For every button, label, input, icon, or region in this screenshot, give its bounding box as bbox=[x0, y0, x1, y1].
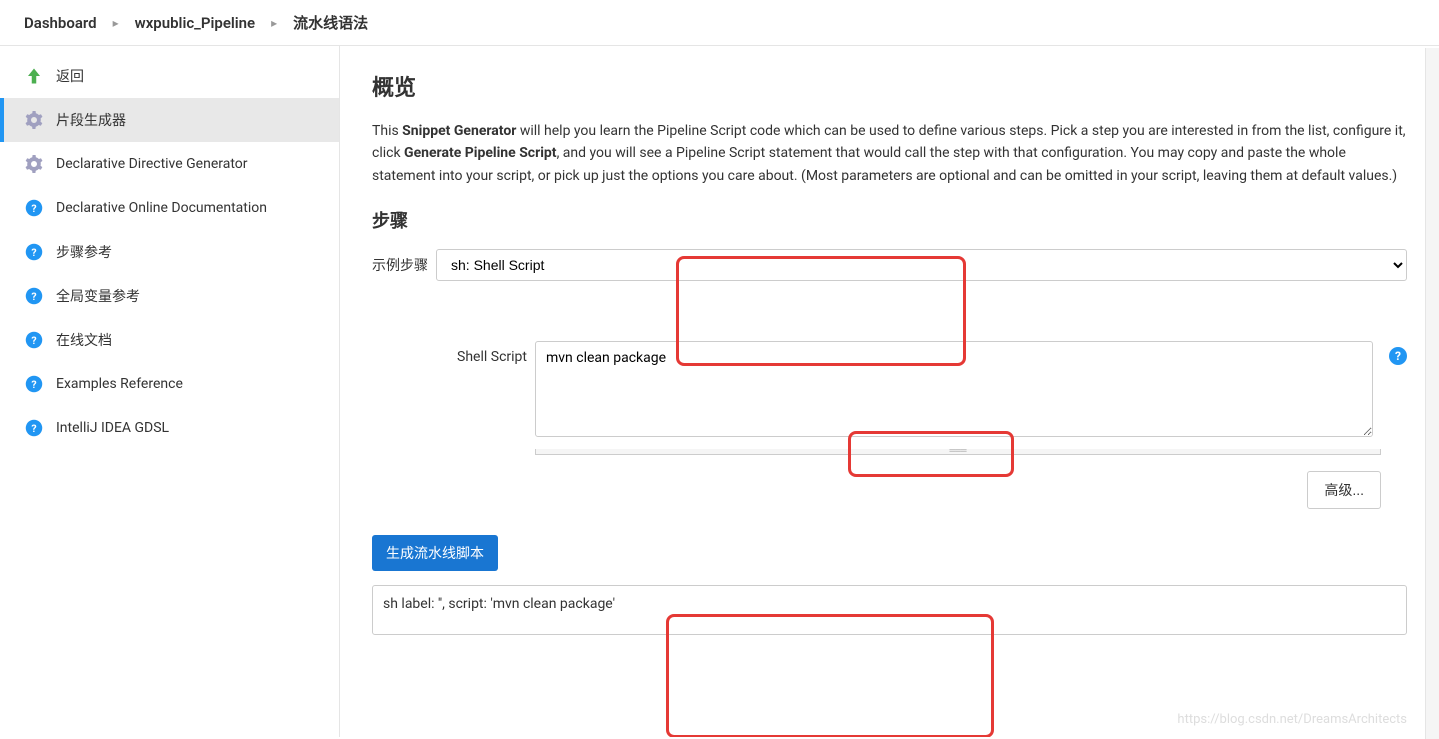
help-icon[interactable]: ? bbox=[1389, 347, 1407, 365]
gear-icon bbox=[24, 110, 44, 130]
svg-text:?: ? bbox=[31, 290, 36, 303]
sidebar-item-label: 在线文档 bbox=[56, 330, 112, 350]
sidebar-item-online-docs-cn[interactable]: ? 在线文档 bbox=[0, 318, 339, 362]
breadcrumb-dashboard[interactable]: Dashboard bbox=[24, 14, 97, 32]
main-content: 概览 This Snippet Generator will help you … bbox=[340, 46, 1439, 737]
sidebar-item-label: 步骤参考 bbox=[56, 242, 112, 262]
generate-pipeline-script-button[interactable]: 生成流水线脚本 bbox=[372, 535, 498, 571]
gear-icon bbox=[24, 154, 44, 174]
svg-text:?: ? bbox=[31, 422, 36, 435]
question-icon: ? bbox=[24, 198, 44, 218]
sidebar-item-label: Examples Reference bbox=[56, 376, 183, 392]
sidebar-item-label: 返回 bbox=[56, 66, 84, 86]
question-icon: ? bbox=[24, 286, 44, 306]
sample-step-row: 示例步骤 sh: Shell Script bbox=[372, 249, 1407, 281]
description-text: This Snippet Generator will help you lea… bbox=[372, 120, 1407, 187]
sidebar-item-back[interactable]: 返回 bbox=[0, 54, 339, 98]
scrollbar[interactable] bbox=[1425, 48, 1439, 739]
sidebar-item-label: 片段生成器 bbox=[56, 110, 126, 130]
svg-text:?: ? bbox=[31, 202, 36, 215]
section-title-steps: 步骤 bbox=[372, 207, 1407, 233]
shell-script-row: Shell Script mvn clean package ? bbox=[372, 341, 1407, 437]
watermark-text: https://blog.csdn.net/DreamsArchitects bbox=[1177, 712, 1407, 727]
shell-script-label: Shell Script bbox=[372, 341, 527, 365]
page-title: 概览 bbox=[372, 70, 1407, 102]
svg-text:?: ? bbox=[31, 334, 36, 347]
question-icon: ? bbox=[24, 330, 44, 350]
shell-script-input[interactable]: mvn clean package bbox=[535, 341, 1373, 437]
output-script-text[interactable]: sh label: '', script: 'mvn clean package… bbox=[372, 585, 1407, 635]
question-icon: ? bbox=[24, 242, 44, 262]
sidebar-item-directive-generator[interactable]: Declarative Directive Generator bbox=[0, 142, 339, 186]
sidebar-item-snippet-generator[interactable]: 片段生成器 bbox=[0, 98, 339, 142]
breadcrumb-syntax[interactable]: 流水线语法 bbox=[293, 12, 368, 33]
chevron-right-icon: ▸ bbox=[113, 16, 119, 30]
sidebar-item-label: 全局变量参考 bbox=[56, 286, 140, 306]
sidebar-item-step-reference[interactable]: ? 步骤参考 bbox=[0, 230, 339, 274]
chevron-right-icon: ▸ bbox=[271, 16, 277, 30]
generate-section: 生成流水线脚本 sh label: '', script: 'mvn clean… bbox=[372, 535, 1407, 635]
sidebar-item-global-vars[interactable]: ? 全局变量参考 bbox=[0, 274, 339, 318]
sidebar-item-label: IntelliJ IDEA GDSL bbox=[56, 420, 169, 436]
breadcrumb-pipeline[interactable]: wxpublic_Pipeline bbox=[135, 14, 256, 32]
sidebar-item-online-docs[interactable]: ? Declarative Online Documentation bbox=[0, 186, 339, 230]
sample-step-label: 示例步骤 bbox=[372, 255, 428, 275]
sidebar-item-examples[interactable]: ? Examples Reference bbox=[0, 362, 339, 406]
sidebar-item-intellij-gdsl[interactable]: ? IntelliJ IDEA GDSL bbox=[0, 406, 339, 450]
sidebar-item-label: Declarative Online Documentation bbox=[56, 200, 267, 216]
sidebar-item-label: Declarative Directive Generator bbox=[56, 156, 248, 172]
question-icon: ? bbox=[24, 418, 44, 438]
arrow-up-icon bbox=[24, 66, 44, 86]
sample-step-select[interactable]: sh: Shell Script bbox=[436, 249, 1407, 281]
advanced-button[interactable]: 高级... bbox=[1307, 471, 1381, 509]
resize-handle[interactable]: ═══ bbox=[535, 449, 1381, 455]
svg-text:?: ? bbox=[31, 246, 36, 259]
svg-text:?: ? bbox=[31, 378, 36, 391]
question-icon: ? bbox=[24, 374, 44, 394]
breadcrumb: Dashboard ▸ wxpublic_Pipeline ▸ 流水线语法 bbox=[0, 0, 1439, 46]
sidebar: 返回 片段生成器 Declarative Directive Generator… bbox=[0, 46, 340, 737]
